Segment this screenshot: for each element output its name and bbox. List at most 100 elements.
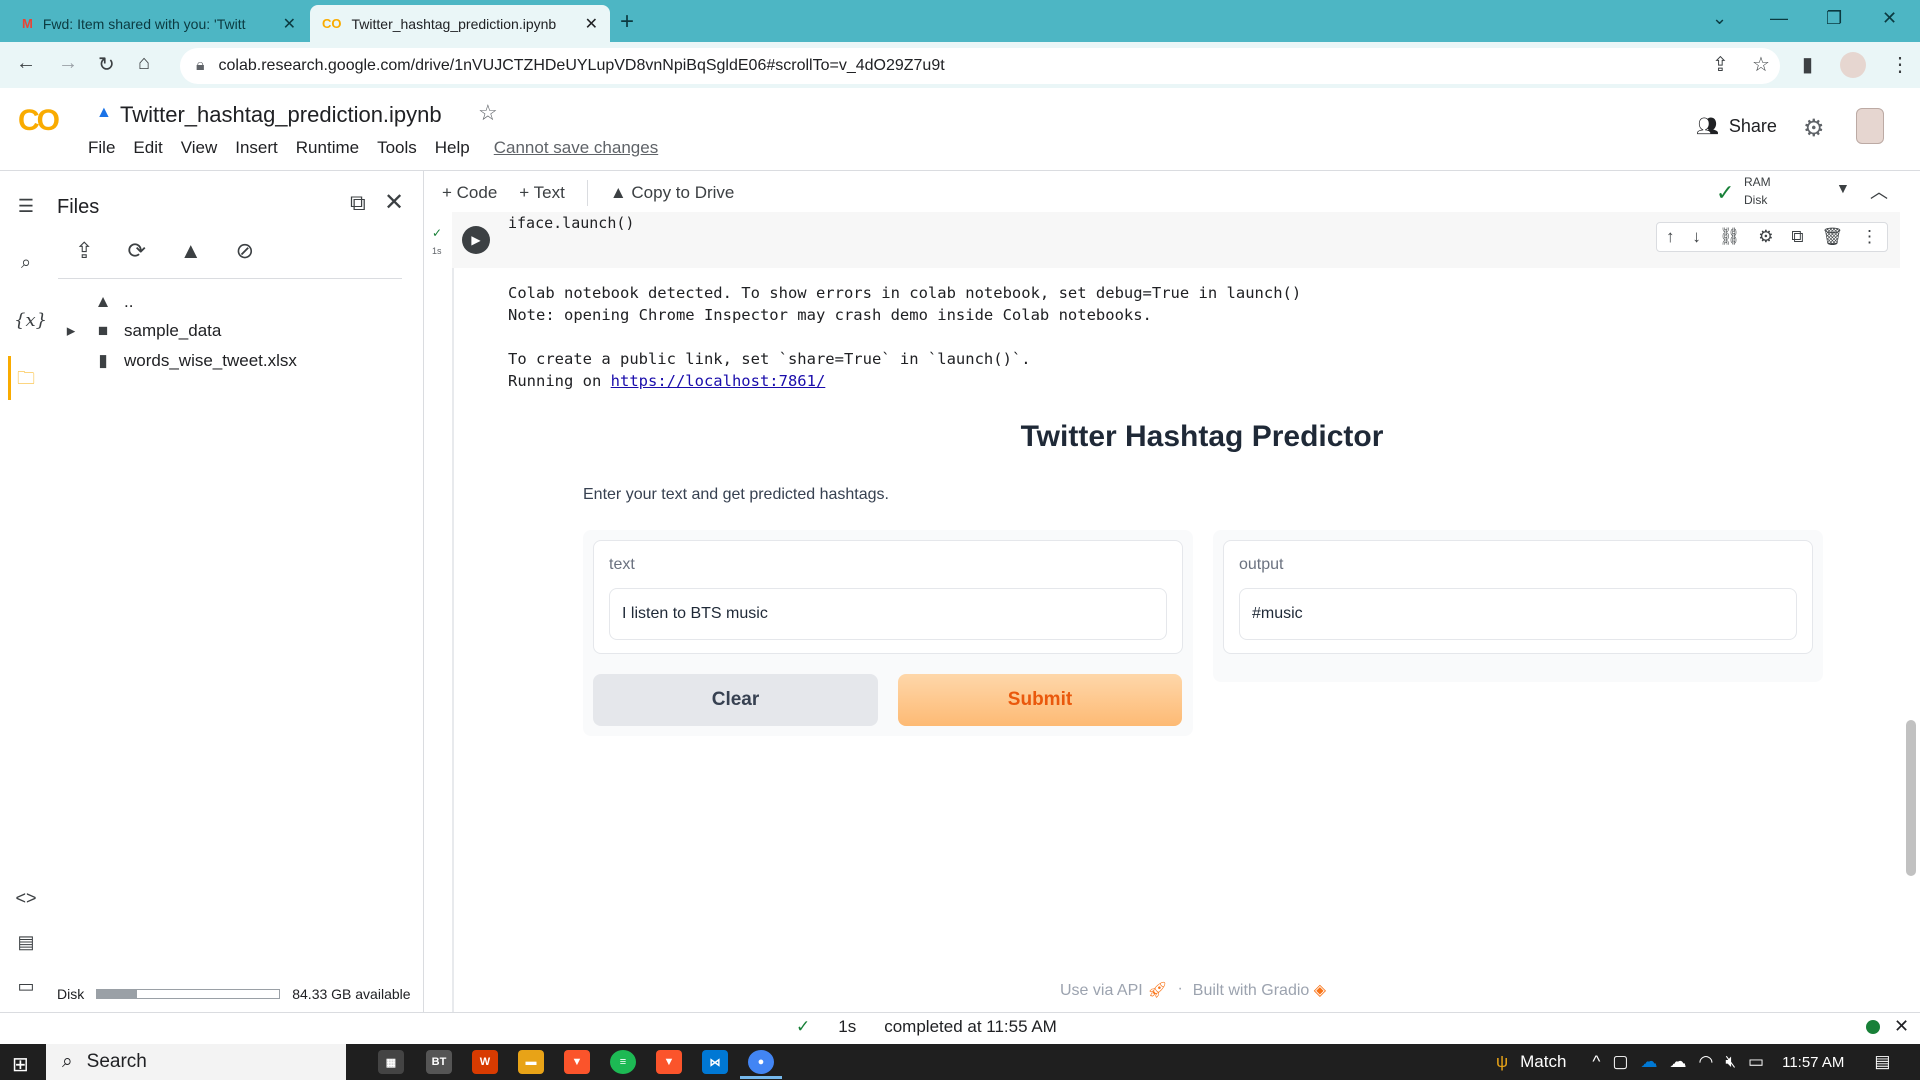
variables-icon[interactable]: {x} [14,310,47,331]
notifications-icon[interactable]: ▤ [1874,1052,1890,1072]
vscode-icon[interactable]: ⋈ [702,1050,728,1074]
tray-chevron-icon[interactable]: ^ [1592,1052,1600,1072]
clear-button[interactable]: Clear [593,674,878,726]
delete-icon[interactable]: 🗑︎ [1821,227,1843,247]
home-icon[interactable]: ⌂ [138,52,150,75]
built-with-gradio-link[interactable]: Built with Gradio ◈ [1193,980,1326,1000]
browser-tab-colab[interactable]: CO Twitter_hashtag_prediction.ipynb ✕ [310,5,610,42]
output-field[interactable]: #music [1239,588,1797,640]
terminal-icon[interactable]: ▭ [14,976,38,997]
files-folder-icon[interactable]: 🗀︎ [14,366,38,396]
move-up-icon[interactable]: ↑ [1666,227,1675,247]
disk-label: Disk [57,986,85,1002]
open-in-tab-icon[interactable]: ⧉ [350,190,366,216]
brave-icon[interactable]: ▼ [564,1050,590,1074]
volume-muted-icon[interactable]: 🔇︎ [1725,1052,1736,1072]
browser-menu-icon[interactable]: ⋮ [1890,52,1910,77]
upload-file-icon[interactable]: ⇪ [75,238,93,264]
cloud-icon[interactable]: ☁ [1669,1052,1686,1072]
ram-disk-indicator[interactable]: RAM Disk [1744,173,1771,209]
colab-logo[interactable]: CO [18,104,60,138]
add-text-button[interactable]: + Text [519,183,565,203]
submit-button[interactable]: Submit [898,674,1182,726]
settings-gear-icon[interactable]: ⚙ [1803,114,1825,143]
menu-file[interactable]: File [88,138,115,158]
task-view-icon[interactable]: ▦ [378,1050,404,1074]
browser-tab-gmail[interactable]: M Fwd: Item shared with you: 'Twitt ✕ [10,5,308,42]
file-explorer-icon[interactable]: ▬ [518,1050,544,1074]
share-page-icon[interactable]: ⇪ [1712,52,1729,77]
expand-chevron-icon[interactable]: ▸ [60,321,82,341]
onedrive-icon[interactable]: ☁ [1640,1052,1657,1072]
tree-item-xlsx[interactable]: ▸ ▮ words_wise_tweet.xlsx [60,351,297,371]
tree-item-label: sample_data [124,321,222,340]
link-icon[interactable]: ⛓ [1719,227,1741,247]
drive-icon: ▲ [609,183,627,202]
reload-icon[interactable]: ↻ [98,52,115,77]
text-input[interactable]: I listen to BTS music [609,588,1167,640]
restore-button[interactable]: ❐ [1826,8,1842,29]
run-cell-button[interactable]: ▶ [462,226,490,254]
code-text[interactable]: iface.launch() [508,214,634,232]
search-icon[interactable]: ⌕ [14,252,38,273]
url-field[interactable]: 🔒︎ colab.research.google.com/drive/1nVUJ… [180,48,1780,84]
new-tab-button[interactable]: + [620,8,634,36]
avatar[interactable] [1856,108,1884,144]
runtime-dropdown-icon[interactable]: ▼ [1836,180,1850,196]
copy-to-drive-button[interactable]: ▲ Copy to Drive [610,183,735,203]
menu-runtime[interactable]: Runtime [296,138,359,158]
more-options-icon[interactable]: ⋮ [1861,227,1878,247]
side-panel-icon[interactable]: ▮ [1802,52,1813,77]
profile-avatar[interactable] [1840,52,1866,78]
menu-help[interactable]: Help [435,138,470,158]
use-via-api-link[interactable]: Use via API 🚀︎ [1060,980,1167,1000]
close-window-button[interactable]: ✕ [1882,8,1897,29]
back-icon[interactable]: ← [16,52,36,75]
people-icon: 👥︎ [1696,116,1719,136]
star-icon[interactable]: ☆ [478,100,498,126]
tab-search-icon[interactable]: ⌄ [1712,8,1727,29]
menu-edit[interactable]: Edit [133,138,162,158]
command-palette-icon[interactable]: ▤ [14,932,38,953]
tree-item-parent[interactable]: ▸ ▲ .. [60,292,134,312]
scrollbar-thumb[interactable] [1906,720,1916,876]
clock[interactable]: 11:57 AM [1782,1054,1844,1071]
taskbar-search[interactable]: ⌕ Search [46,1044,346,1080]
add-code-button[interactable]: + Code [442,183,497,203]
close-panel-icon[interactable]: ✕ [384,188,404,217]
mount-drive-icon[interactable]: ▲ [180,238,202,264]
collapse-header-icon[interactable]: ︿ [1870,178,1888,204]
mirror-cell-icon[interactable]: ⧉ [1791,227,1803,247]
menu-insert[interactable]: Insert [235,138,278,158]
refresh-folder-icon[interactable]: ⟳ [127,238,145,264]
cell-settings-icon[interactable]: ⚙ [1758,227,1773,247]
brave-beta-icon[interactable]: ▼ [656,1050,682,1074]
bookmark-star-icon[interactable]: ☆ [1752,52,1770,77]
spotify-icon[interactable]: ≡ [610,1050,636,1074]
cannot-save-link[interactable]: Cannot save changes [494,138,658,158]
code-snippets-icon[interactable]: <> [14,888,38,909]
table-of-contents-icon[interactable]: ☰ [14,196,38,217]
menu-view[interactable]: View [181,138,218,158]
battery-icon[interactable]: ▭ [1748,1052,1764,1072]
forward-icon[interactable]: → [58,52,78,75]
close-tab-icon[interactable]: ✕ [585,14,598,34]
move-down-icon[interactable]: ↓ [1692,227,1701,247]
weather-label[interactable]: Match [1520,1052,1566,1072]
notebook-title[interactable]: Twitter_hashtag_prediction.ipynb [120,102,442,128]
chrome-icon[interactable]: ● [748,1050,774,1074]
hide-files-icon[interactable]: ⊘ [236,238,254,264]
wifi-icon[interactable]: ◠ [1698,1052,1713,1072]
panel-divider[interactable] [423,170,424,1012]
share-button[interactable]: 👥︎ Share [1696,116,1777,137]
minimize-button[interactable]: — [1770,8,1788,29]
meet-icon[interactable]: ▢ [1612,1052,1628,1072]
office-icon[interactable]: W [472,1050,498,1074]
close-status-icon[interactable]: ✕ [1894,1016,1909,1037]
windows-start-icon[interactable]: ⊞ [12,1052,29,1077]
localhost-link[interactable]: https://localhost:7861/ [611,372,826,390]
menu-tools[interactable]: Tools [377,138,417,158]
tree-item-sample-data[interactable]: ▸ ■ sample_data [60,321,222,341]
bt-app-icon[interactable]: BT [426,1050,452,1074]
close-tab-icon[interactable]: ✕ [283,14,296,34]
